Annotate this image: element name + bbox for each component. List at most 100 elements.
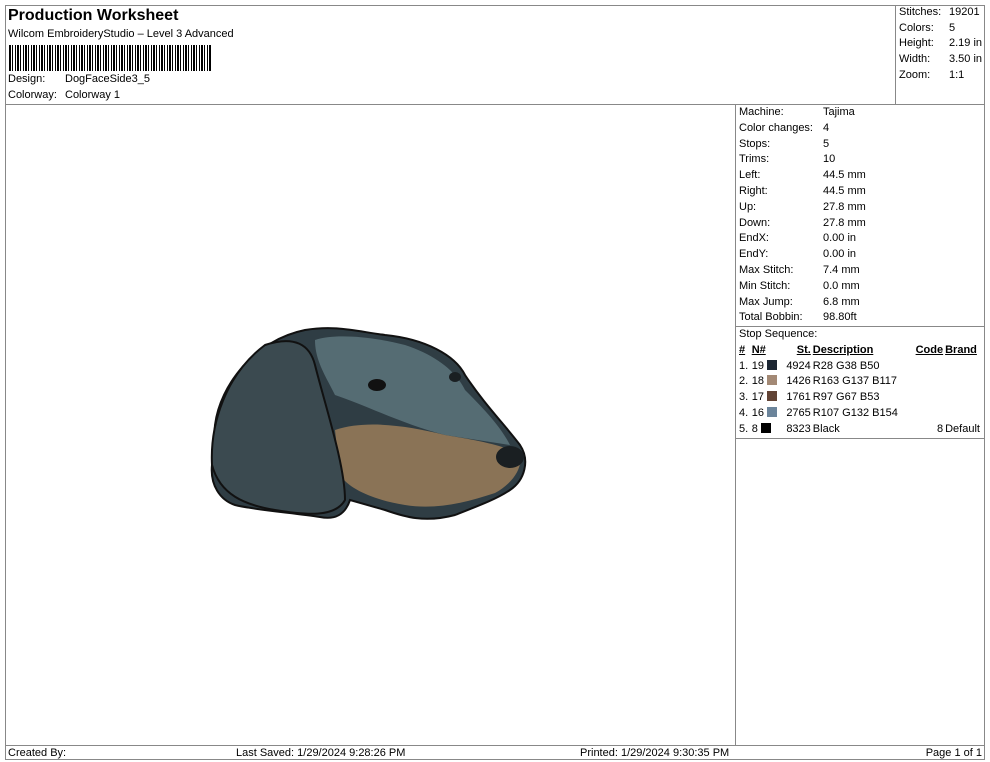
machine-row: EndY: 0.00 in	[736, 247, 985, 263]
machine-label: Min Stitch:	[739, 279, 791, 292]
stop-code	[911, 389, 945, 405]
stop-row: 2. 18 1426 R163 G137 B117	[738, 374, 986, 390]
stop-row: 5. 8 8323 Black 8 Default	[738, 421, 986, 437]
summary-label: Width:	[899, 53, 931, 66]
header: Production Worksheet Wilcom EmbroiderySt…	[5, 5, 985, 105]
summary-label: Height:	[899, 37, 934, 50]
stop-brand: Default	[945, 422, 980, 435]
summary-value: 19201	[949, 6, 980, 18]
stop-brand	[944, 374, 986, 390]
summary-row: Width: 3.50 in	[896, 52, 985, 68]
barcode	[9, 45, 211, 71]
machine-label: Stops:	[739, 137, 771, 150]
page-title: Production Worksheet	[8, 7, 179, 24]
stop-code	[911, 405, 945, 421]
machine-label: Right:	[739, 184, 768, 197]
summary-label: Stitches:	[899, 6, 942, 18]
summary-row: Stitches: 19201	[896, 5, 985, 21]
summary-value: 5	[949, 21, 956, 34]
summary-label: Colors:	[899, 21, 934, 34]
stop-needle: 17	[751, 389, 782, 405]
stop-stitches: 1761	[786, 391, 811, 404]
col-needle: N#	[751, 343, 766, 356]
col-brand: Brand	[945, 343, 977, 356]
machine-value: 0.0 mm	[823, 279, 860, 292]
machine-label: Up:	[739, 200, 757, 213]
machine-label: Color changes:	[739, 121, 813, 134]
machine-label: Left:	[739, 169, 761, 182]
stop-brand	[944, 358, 986, 374]
machine-label: Trims:	[739, 153, 770, 166]
stop-row: 4. 16 2765 R107 G132 B154	[738, 405, 986, 421]
summary-label: Zoom:	[899, 68, 931, 81]
last-saved: Last Saved: 1/29/2024 9:28:26 PM	[236, 747, 406, 759]
machine-label: Machine:	[739, 106, 784, 118]
stop-needle: 16	[751, 405, 782, 421]
machine-row: Machine: Tajima	[736, 105, 985, 121]
machine-row: Color changes: 4	[736, 121, 985, 137]
summary-value: 1:1	[949, 68, 965, 81]
stop-index: 4.	[739, 407, 749, 420]
stop-sequence-table: # N# St. Description Code Brand 1. 19 49…	[738, 342, 986, 437]
created-by: Created By:	[8, 747, 67, 759]
colorway-label: Colorway:	[8, 89, 57, 101]
stitch-info-panel: Machine: Tajima Color changes: 4 Stops: 5 Trim…	[735, 105, 985, 745]
printed-date: Printed: 1/29/2024 9:30:35 PM	[580, 747, 730, 759]
machine-row: Min Stitch: 0.0 mm	[736, 279, 985, 295]
stop-description: R97 G67 B53	[812, 391, 880, 404]
machine-value: 44.5 mm	[823, 169, 866, 182]
machine-row: Max Stitch: 7.4 mm	[736, 263, 985, 279]
machine-row: Left: 44.5 mm	[736, 168, 985, 184]
design-row: Design: DogFaceSide3_5	[8, 73, 150, 85]
summary-value: 2.19 in	[949, 37, 983, 50]
color-swatch	[767, 391, 778, 402]
machine-value: 4	[823, 121, 830, 134]
color-swatch	[760, 422, 771, 433]
needle-number: 19	[751, 359, 764, 372]
design-name: DogFaceSide3_5	[65, 73, 151, 85]
stop-brand	[944, 405, 986, 421]
col-stitches: St.	[796, 343, 811, 356]
stop-code: 8	[936, 422, 944, 435]
needle-number: 17	[751, 391, 764, 404]
summary-value: 3.50 in	[949, 53, 983, 66]
stop-row: 1. 19 4924 R28 G38 B50	[738, 358, 986, 374]
needle-number: 16	[751, 407, 764, 420]
summary-row: Colors: 5	[896, 21, 985, 37]
stop-brand	[944, 389, 986, 405]
colorway-row: Colorway: Colorway 1	[8, 89, 120, 101]
stop-index: 2.	[739, 375, 749, 388]
stop-stitches: 2765	[786, 407, 811, 420]
color-swatch	[767, 359, 778, 370]
stop-code	[911, 374, 945, 390]
stop-description: R28 G38 B50	[812, 359, 880, 372]
machine-row: EndX: 0.00 in	[736, 231, 985, 247]
summary-row: Zoom: 1:1	[896, 68, 985, 84]
machine-row: Stops: 5	[736, 137, 985, 153]
color-swatch	[767, 407, 778, 418]
machine-value: 27.8 mm	[823, 216, 866, 229]
machine-row: Up: 27.8 mm	[736, 200, 985, 216]
stop-index: 1.	[739, 359, 749, 372]
machine-label: Total Bobbin:	[739, 311, 803, 324]
machine-value: 27.8 mm	[823, 200, 866, 213]
stop-code	[911, 358, 945, 374]
summary-box: Stitches: 19201 Colors: 5 Height: 2.19 in Widt…	[895, 5, 985, 105]
machine-row: Trims: 10	[736, 152, 985, 168]
needle-number: 8	[751, 422, 758, 435]
divider	[736, 437, 985, 439]
stop-index: 5.	[739, 422, 749, 435]
summary-row: Height: 2.19 in	[896, 36, 985, 52]
stop-description: Black	[812, 422, 840, 435]
stop-description: R107 G132 B154	[812, 407, 898, 420]
stop-sequence-title: Stop Sequence:	[736, 326, 985, 342]
col-description: Description	[812, 343, 874, 356]
col-code: Code	[915, 343, 944, 356]
design-label: Design:	[8, 73, 46, 85]
machine-label: EndX:	[739, 232, 769, 245]
needle-number: 18	[751, 375, 764, 388]
machine-info: Machine: Tajima Color changes: 4 Stops: 5 Trim…	[736, 105, 985, 326]
machine-label: Max Stitch:	[739, 263, 794, 276]
machine-label: EndY:	[739, 248, 769, 261]
machine-row: Right: 44.5 mm	[736, 184, 985, 200]
